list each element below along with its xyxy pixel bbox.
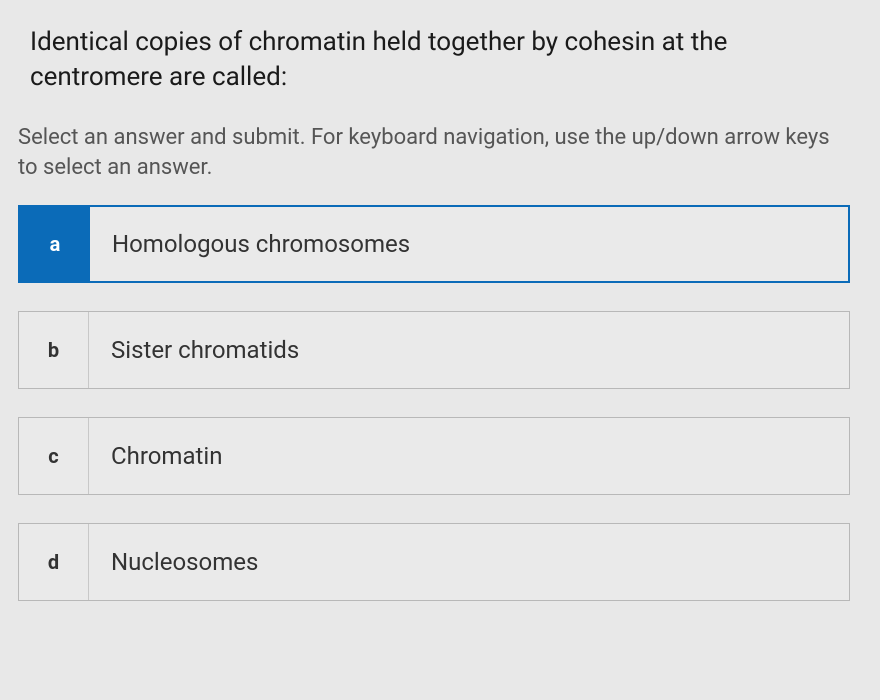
option-d[interactable]: d Nucleosomes [18,523,850,601]
option-text-d: Nucleosomes [89,524,258,600]
option-text-a: Homologous chromosomes [90,207,410,281]
option-text-b: Sister chromatids [89,312,299,388]
instruction-text: Select an answer and submit. For keyboar… [18,123,850,182]
option-letter-a: a [20,207,90,281]
option-c[interactable]: c Chromatin [18,417,850,495]
option-letter-c: c [19,418,89,494]
option-letter-d: d [19,524,89,600]
options-list: a Homologous chromosomes b Sister chroma… [18,205,850,601]
question-text: Identical copies of chromatin held toget… [18,25,850,95]
option-text-c: Chromatin [89,418,222,494]
option-b[interactable]: b Sister chromatids [18,311,850,389]
option-letter-b: b [19,312,89,388]
option-a[interactable]: a Homologous chromosomes [18,205,850,283]
